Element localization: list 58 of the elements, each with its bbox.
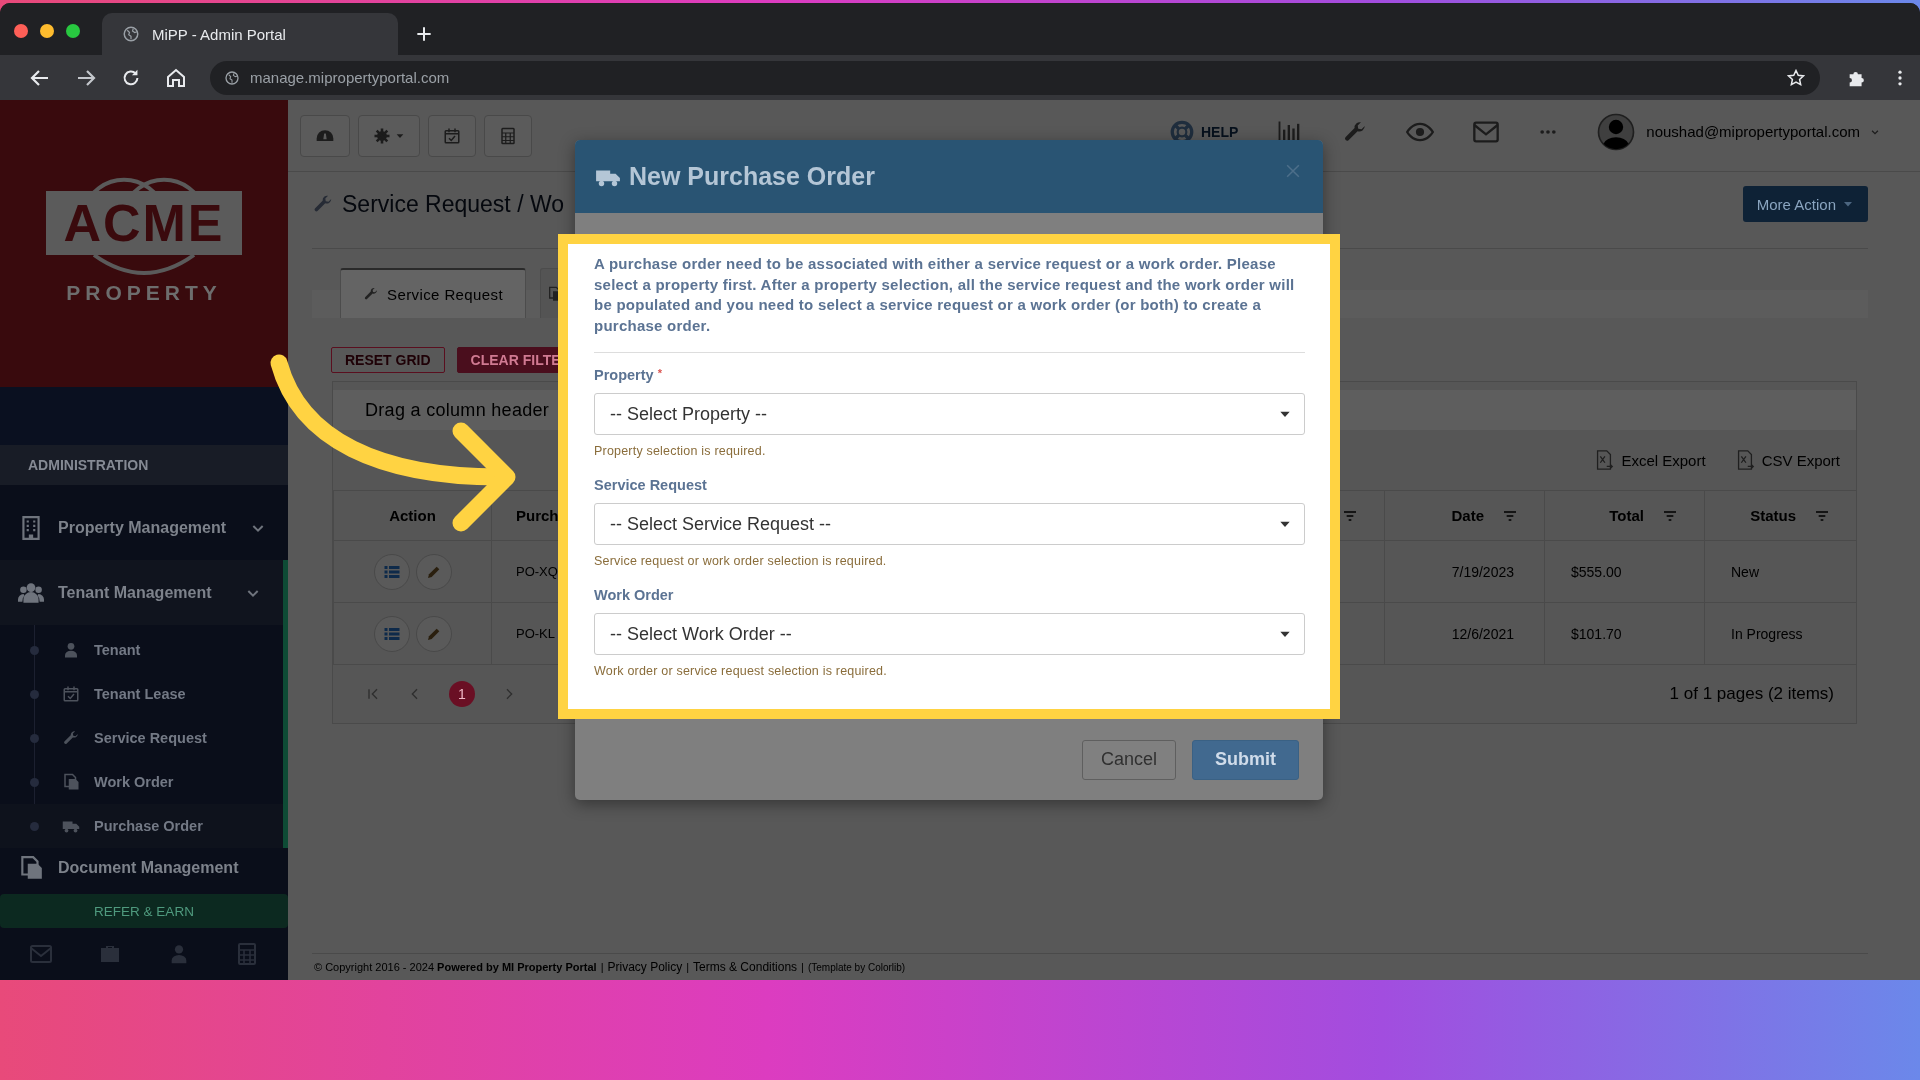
- table-cell: In Progress: [1731, 625, 1803, 642]
- field-label: Property: [594, 367, 654, 383]
- validation-message: Property selection is required.: [594, 444, 767, 458]
- user-menu[interactable]: noushad@mipropertyportal.com: [1596, 111, 1880, 152]
- separator: |: [801, 961, 804, 973]
- more-action-button[interactable]: More Action: [1742, 186, 1868, 222]
- validation-message: Service request or work order selection is required.: [594, 554, 888, 568]
- column-header[interactable]: Date: [1384, 490, 1544, 540]
- column-header[interactable]: Status: [1704, 490, 1856, 540]
- footer-link[interactable]: Privacy Policy: [607, 960, 683, 974]
- sidebar-subitem[interactable]: Purchase Order: [0, 804, 283, 848]
- help-link[interactable]: HELP: [1169, 118, 1239, 145]
- refer-button[interactable]: REFER & EARN: [0, 894, 288, 928]
- column-header[interactable]: Action: [333, 490, 491, 540]
- logo-tagline: PROPERTY: [66, 280, 222, 305]
- page-title: Service Request / Wo: [342, 190, 564, 218]
- table-cell: $555.00: [1571, 563, 1622, 580]
- group-hint-text: Drag a column header: [365, 399, 550, 421]
- table-cell: New: [1731, 563, 1759, 580]
- sidebar-item[interactable]: Tenant Management: [0, 560, 283, 625]
- export-button[interactable]: CSV Export: [1727, 448, 1846, 472]
- sidebar-subitem[interactable]: Tenant: [0, 628, 283, 672]
- submit-button[interactable]: Submit: [1192, 739, 1299, 780]
- sidebar-subitem[interactable]: Service Request: [0, 716, 283, 760]
- description-text: A purchase order need to be associated with either a service request or a work order. Please select a property first. After a property selection, all the service request and the work order will be populated and you need to select a service request or a work order (or both) to create a purchase order.: [594, 254, 1296, 336]
- pager-info: 1 of 1 pages (2 items): [1669, 684, 1834, 704]
- browser-tab[interactable]: MiPP - Admin Portal: [102, 13, 398, 55]
- required-mark: *: [657, 367, 662, 381]
- field-label: Work Order: [594, 587, 674, 603]
- table-cell: PO-XQ: [516, 564, 558, 579]
- separator: |: [600, 961, 604, 973]
- select-field[interactable]: -- Select Service Request --: [594, 503, 1305, 545]
- sidebar-subitem[interactable]: Work Order: [0, 760, 283, 804]
- table-cell: PO-KL: [516, 626, 555, 641]
- modal-title: New Purchase Order: [629, 162, 875, 191]
- table-cell: $101.70: [1571, 625, 1622, 642]
- page-button[interactable]: 1: [449, 681, 475, 707]
- table-cell: 12/6/2021: [1451, 625, 1514, 642]
- select-field[interactable]: -- Select Work Order --: [594, 613, 1305, 655]
- sidebar-item[interactable]: Property Management: [0, 495, 288, 560]
- export-button[interactable]: Excel Export: [1587, 448, 1712, 472]
- validation-message: Work order or service request selection is required.: [594, 664, 888, 678]
- select-field[interactable]: -- Select Property --: [594, 393, 1305, 435]
- cancel-button[interactable]: Cancel: [1081, 739, 1176, 780]
- section-heading: ADMINISTRATION: [0, 445, 288, 485]
- table-cell: 7/19/2023: [1451, 563, 1514, 580]
- reset-grid-button[interactable]: RESET GRID: [331, 347, 445, 373]
- footer-link[interactable]: Terms & Conditions: [693, 960, 798, 974]
- field-label: Service Request: [594, 477, 707, 493]
- address-bar[interactable]: manage.mipropertyportal.com: [210, 60, 1820, 95]
- sidebar-item[interactable]: Document Management: [0, 848, 288, 888]
- tab[interactable]: Service Request: [340, 268, 527, 318]
- copyright-text: © Copyright 2016 - 2024 Powered by MI Property Portal: [314, 961, 597, 973]
- template-credit: (Template by Colorlib): [807, 961, 906, 973]
- sidebar-subitem[interactable]: Tenant Lease: [0, 672, 283, 716]
- logo-wordmark: ACME: [46, 190, 242, 255]
- column-header[interactable]: Total: [1544, 490, 1704, 540]
- separator: |: [686, 961, 690, 973]
